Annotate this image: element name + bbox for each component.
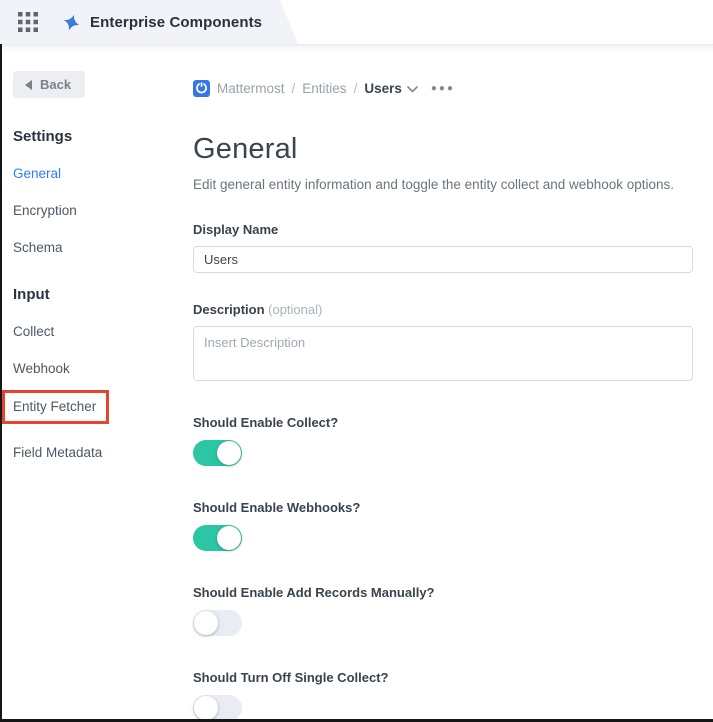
- description-textarea[interactable]: [193, 326, 693, 381]
- sidebar-item-collect[interactable]: Collect: [13, 324, 181, 340]
- mattermost-icon: [193, 80, 210, 97]
- sidebar-item-encryption[interactable]: Encryption: [13, 203, 181, 219]
- back-arrow-icon: [25, 80, 32, 90]
- sidebar-item-field-metadata[interactable]: Field Metadata: [13, 445, 181, 461]
- breadcrumb-current-entity[interactable]: Users: [364, 81, 418, 96]
- add-records-manually-block: Should Enable Add Records Manually?: [193, 585, 693, 636]
- sidebar-section-settings: Settings: [13, 128, 181, 145]
- description-field-block: Description (optional): [193, 302, 693, 381]
- breadcrumb-separator: /: [354, 81, 358, 96]
- breadcrumb-current-label: Users: [364, 81, 402, 96]
- chevron-down-icon: [407, 86, 418, 93]
- app-header: Enterprise Components: [0, 0, 713, 44]
- main-content: Mattermost / Entities / Users ●●● Genera…: [193, 53, 709, 721]
- entity-fetcher-highlight-box: Entity Fetcher: [2, 390, 109, 424]
- enable-collect-toggle[interactable]: [193, 440, 242, 466]
- breadcrumb: Mattermost / Entities / Users ●●●: [193, 80, 693, 97]
- toggle-knob: [217, 526, 241, 550]
- description-optional-hint: (optional): [268, 302, 322, 317]
- page-subtitle: Edit general entity information and togg…: [193, 177, 693, 192]
- enterprise-components-logo-icon: [62, 13, 81, 32]
- enable-webhooks-label: Should Enable Webhooks?: [193, 500, 693, 515]
- app-window: Enterprise Components Back Settings Gene…: [0, 0, 713, 722]
- enable-webhooks-toggle[interactable]: [193, 525, 242, 551]
- app-title: Enterprise Components: [90, 14, 262, 31]
- sidebar-item-general[interactable]: General: [13, 166, 181, 182]
- sidebar-section-input: Input: [13, 286, 181, 303]
- back-button[interactable]: Back: [13, 71, 85, 98]
- general-settings-form: Display Name Description (optional) Shou…: [193, 222, 693, 721]
- description-label: Description (optional): [193, 302, 693, 317]
- enable-collect-label: Should Enable Collect?: [193, 415, 693, 430]
- turn-off-single-collect-label: Should Turn Off Single Collect?: [193, 670, 693, 685]
- turn-off-single-collect-toggle[interactable]: [193, 695, 242, 721]
- toggle-knob: [217, 441, 241, 465]
- header-shadow: [0, 45, 713, 53]
- breadcrumb-entities[interactable]: Entities: [302, 81, 346, 96]
- add-records-manually-toggle[interactable]: [193, 610, 242, 636]
- back-button-label: Back: [40, 77, 71, 92]
- sidebar-item-entity-fetcher[interactable]: Entity Fetcher: [13, 399, 96, 415]
- sidebar-item-schema[interactable]: Schema: [13, 240, 181, 256]
- enable-collect-block: Should Enable Collect?: [193, 415, 693, 466]
- settings-sidebar: Back Settings General Encryption Schema …: [0, 53, 181, 461]
- description-label-text: Description: [193, 302, 265, 317]
- page-title: General: [193, 133, 693, 166]
- app-launcher-grid-icon[interactable]: [18, 12, 38, 32]
- breadcrumb-ellipsis-menu-icon[interactable]: ●●●: [431, 84, 455, 94]
- breadcrumb-separator: /: [292, 81, 296, 96]
- toggle-knob: [194, 696, 218, 720]
- enable-webhooks-block: Should Enable Webhooks?: [193, 500, 693, 551]
- window-edge-left: [0, 44, 2, 722]
- sidebar-item-webhook[interactable]: Webhook: [13, 361, 181, 377]
- toggle-knob: [194, 611, 218, 635]
- add-records-manually-label: Should Enable Add Records Manually?: [193, 585, 693, 600]
- display-name-label: Display Name: [193, 222, 693, 237]
- display-name-input[interactable]: [193, 246, 693, 273]
- breadcrumb-app[interactable]: Mattermost: [217, 81, 285, 96]
- turn-off-single-collect-block: Should Turn Off Single Collect?: [193, 670, 693, 721]
- display-name-field-block: Display Name: [193, 222, 693, 273]
